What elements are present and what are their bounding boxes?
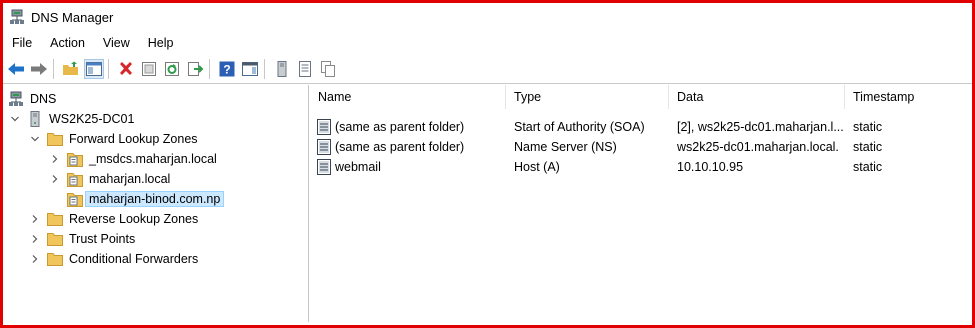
record-name: (same as parent folder): [335, 120, 465, 134]
table-row[interactable]: webmail Host (A) 10.10.10.95 static: [310, 157, 972, 177]
server-icon: [27, 111, 43, 127]
tree-node-dns[interactable]: DNS: [8, 89, 56, 109]
tree-node-forward-lookup-zones[interactable]: Forward Lookup Zones: [29, 129, 198, 149]
toolbar-separator: [209, 59, 210, 79]
title-bar: DNS Manager: [3, 3, 972, 31]
tree-node-zone-msdcs[interactable]: _msdcs.maharjan.local: [49, 149, 217, 169]
tree-label: Conditional Forwarders: [69, 252, 199, 266]
chevron-right-icon[interactable]: [29, 253, 41, 265]
chevron-down-icon[interactable]: [9, 113, 21, 125]
tree-label: _msdcs.maharjan.local: [89, 152, 217, 166]
forward-icon[interactable]: [29, 59, 49, 79]
copy-icon[interactable]: [318, 59, 338, 79]
toolbar-separator: [264, 59, 265, 79]
tree-node-zone-maharjan-binod[interactable]: maharjan-binod.com.np: [67, 189, 225, 209]
folder-icon: [47, 231, 63, 247]
server-icon[interactable]: [272, 59, 292, 79]
toolbar: ?: [3, 55, 972, 84]
back-icon[interactable]: [6, 59, 26, 79]
delete-icon[interactable]: [116, 59, 136, 79]
export-list-icon[interactable]: [185, 59, 205, 79]
chevron-down-icon[interactable]: [29, 133, 41, 145]
column-header-data[interactable]: Data: [669, 85, 845, 109]
tree-node-zone-maharjan-local[interactable]: maharjan.local: [49, 169, 170, 189]
show-hide-tree-icon[interactable]: [84, 59, 104, 79]
svg-text:?: ?: [223, 63, 230, 77]
tree-label: maharjan.local: [89, 172, 171, 186]
record-data: [2], ws2k25-dc01.maharjan.l...: [677, 120, 844, 134]
records-list: Name Type Data Timestamp (same as parent…: [310, 85, 972, 322]
table-row[interactable]: (same as parent folder) Name Server (NS)…: [310, 137, 972, 157]
record-type: Host (A): [514, 160, 560, 174]
show-hide-action-pane-icon[interactable]: [240, 59, 260, 79]
records-list-icon[interactable]: [295, 59, 315, 79]
folder-icon: [47, 251, 63, 267]
dns-icon: [8, 91, 24, 107]
record-icon: [316, 159, 332, 175]
tree-node-trust-points[interactable]: Trust Points: [29, 229, 135, 249]
record-type: Name Server (NS): [514, 140, 617, 154]
tree-label: DNS: [30, 92, 57, 106]
menu-bar: File Action View Help: [3, 33, 972, 53]
record-icon: [316, 119, 332, 135]
window-title: DNS Manager: [31, 9, 114, 25]
tree-label: maharjan-binod.com.np: [85, 191, 225, 207]
tree-node-server[interactable]: WS2K25-DC01: [9, 109, 134, 129]
folder-icon: [47, 131, 63, 147]
column-header-timestamp[interactable]: Timestamp: [845, 85, 972, 109]
help-icon[interactable]: ?: [217, 59, 237, 79]
zone-icon: [67, 171, 83, 187]
properties-icon[interactable]: [139, 59, 159, 79]
toolbar-separator: [53, 59, 54, 79]
menu-help[interactable]: Help: [139, 36, 183, 50]
record-timestamp: static: [853, 120, 883, 134]
tree-label: Reverse Lookup Zones: [69, 212, 199, 226]
tree-label: Trust Points: [69, 232, 136, 246]
zone-icon: [67, 151, 83, 167]
menu-file[interactable]: File: [3, 36, 41, 50]
chevron-right-icon[interactable]: [49, 173, 61, 185]
menu-view[interactable]: View: [94, 36, 139, 50]
tree-label: Forward Lookup Zones: [69, 132, 198, 146]
tree-node-reverse-lookup-zones[interactable]: Reverse Lookup Zones: [29, 209, 198, 229]
dns-manager-icon: [9, 9, 25, 25]
chevron-right-icon[interactable]: [49, 153, 61, 165]
console-tree: DNS WS2K25-DC01 Forward Lookup Zones _ms…: [3, 85, 309, 322]
record-name: (same as parent folder): [335, 140, 465, 154]
refresh-icon[interactable]: [162, 59, 182, 79]
chevron-right-icon[interactable]: [29, 233, 41, 245]
record-timestamp: static: [853, 160, 883, 174]
record-name: webmail: [335, 160, 381, 174]
table-row[interactable]: (same as parent folder) Start of Authori…: [310, 117, 972, 137]
record-timestamp: static: [853, 140, 883, 154]
zone-icon: [67, 191, 83, 207]
menu-action[interactable]: Action: [41, 36, 94, 50]
record-type: Start of Authority (SOA): [514, 120, 645, 134]
tree-label: WS2K25-DC01: [49, 112, 135, 126]
column-header-type[interactable]: Type: [506, 85, 669, 109]
tree-node-conditional-forwarders[interactable]: Conditional Forwarders: [29, 249, 198, 269]
column-header-name[interactable]: Name: [310, 85, 506, 109]
toolbar-separator: [108, 59, 109, 79]
up-folder-icon[interactable]: [61, 59, 81, 79]
folder-icon: [47, 211, 63, 227]
chevron-right-icon[interactable]: [29, 213, 41, 225]
record-icon: [316, 139, 332, 155]
record-data: ws2k25-dc01.maharjan.local.: [677, 140, 839, 154]
record-data: 10.10.10.95: [677, 160, 744, 174]
